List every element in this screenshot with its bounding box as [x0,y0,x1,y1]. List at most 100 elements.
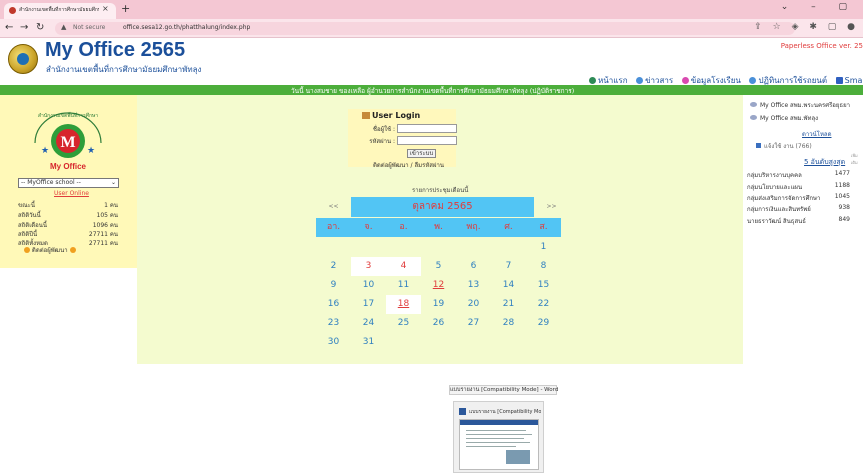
users-icon [362,112,370,119]
external-office-link[interactable]: My Office สพม.พัทลุง [750,113,818,123]
calendar-day[interactable]: 17 [351,295,386,314]
browser-tab-strip: สำนักงานเขตพื้นที่การศึกษามัธยมศึกษา... … [0,0,863,19]
tab-title: สำนักงานเขตพื้นที่การศึกษามัธยมศึกษา... [19,7,99,13]
school-select[interactable]: -- MyOffice school -- ⌄ [18,178,119,188]
stat-row: สถิติวันนี้ 105 คน [18,212,118,219]
svg-text:★: ★ [87,146,95,156]
reload-icon[interactable]: ↻ [36,22,44,33]
link-icon [750,102,757,107]
calendar-weekday: อ. [386,218,421,237]
calendar-day[interactable]: 23 [316,314,351,333]
calendar-day[interactable]: 25 [386,314,421,333]
password-input[interactable] [397,136,457,145]
menu-car-calendar[interactable]: ปฏิทินการใช้รถยนต์ [749,76,827,85]
school-info-icon [681,77,689,84]
group-row: กลุ่มบริหารงานบุคคล 1477 [747,170,850,179]
top-menu: หน้าแรก ข่าวสาร ข้อมูลโรงเรียน ปฏิทินการ… [589,74,863,85]
url-text[interactable]: office.sesa12.go.th/phatthalung/index.ph… [123,24,250,31]
calendar-weekday: ศ. [491,218,526,237]
calendar-caption: รายการประชุมเดือนนี้ [412,187,469,194]
calendar-day[interactable]: 1 [526,238,561,257]
browser-tab[interactable]: สำนักงานเขตพื้นที่การศึกษามัธยมศึกษา... … [4,3,116,19]
calendar-day[interactable]: 6 [456,257,491,276]
back-icon[interactable]: ← [5,22,13,33]
office-logo-icon [8,44,38,74]
new-tab-button[interactable]: + [121,2,130,15]
calendar-prev-button[interactable]: << [316,197,351,217]
calendar-icon [749,77,757,84]
calendar-day[interactable]: 15 [526,276,561,295]
link-icon [750,115,757,120]
username-label: ชื่อผู้ใช้ : [372,126,395,133]
calendar-day[interactable]: 18 [386,295,421,314]
calendar-day[interactable]: 28 [491,314,526,333]
calendar-day[interactable]: 22 [526,295,561,314]
contact-developer-link[interactable]: ติดต่อผู้พัฒนา [24,245,76,255]
login-button[interactable]: เข้าระบบ [407,149,436,158]
window-preview-title: แบบรายงาน [Compatibility Mode]... [469,409,541,415]
favicon-icon [9,7,16,14]
calendar-weekday: จ. [351,218,386,237]
menu-news[interactable]: ข่าวสาร [636,76,673,85]
browser-toolbar-icons[interactable]: ⇪ ☆ ◈ ✱ ▢ ● [754,22,859,32]
group-row: กลุ่มส่งเสริมการจัดการศึกษา 1045 [747,193,850,202]
address-bar-row: ← → ↻ ▲ Not secure office.sesa12.go.th/p… [0,19,863,38]
calendar-day[interactable]: 29 [526,314,561,333]
menu-smart-ob[interactable]: Smart Ob [835,76,863,85]
download-link[interactable]: ดาวน์โหลด [802,129,832,139]
calendar-day[interactable]: 21 [491,295,526,314]
calendar-day[interactable]: 10 [351,276,386,295]
user-online-link[interactable]: User Online [54,190,89,197]
calendar-day[interactable]: 13 [456,276,491,295]
calendar-day[interactable]: 31 [351,333,386,352]
calendar-day[interactable]: 24 [351,314,386,333]
my-office-emblem-icon: สำนักงานเขตพื้นที่การศึกษา M ★ ★ My Offi… [34,110,102,171]
calendar-weekday: อา. [316,218,351,237]
tab-close-icon[interactable]: × [102,4,109,13]
calendar-day[interactable]: 16 [316,295,351,314]
omnibox[interactable]: ▲ Not secure office.sesa12.go.th/phattha… [55,22,795,35]
external-office-link[interactable]: My Office สพม.พระนครศรีอยุธยา [750,100,850,110]
group-row: กลุ่มการเงินและสินทรัพย์ 938 [747,204,850,213]
calendar-day[interactable]: 30 [316,333,351,352]
calendar-next-button[interactable]: >> [534,197,569,217]
calendar-day[interactable]: 3 [351,257,386,276]
smart-ob-icon [835,77,843,84]
calendar-day[interactable]: 8 [526,257,561,276]
report-icon [756,143,761,148]
not-secure-label: Not secure [73,24,106,31]
menu-school-info[interactable]: ข้อมูลโรงเรียน [681,76,741,85]
username-input[interactable] [397,124,457,133]
calendar-day[interactable]: 12 [421,276,456,295]
calendar-day[interactable]: 26 [421,314,456,333]
window-controls[interactable]: ⌄ – ▢ [781,2,857,12]
site-title: My Office 2565 [45,39,186,61]
calendar-day[interactable]: 7 [491,257,526,276]
school-select-value: -- MyOffice school -- [21,179,81,186]
more-link[interactable]: เพิ่มเติม [851,152,863,166]
group-row: กลุ่มนโยบายและแผน 1188 [747,182,850,191]
svg-text:สำนักงานเขตพื้นที่การศึกษา: สำนักงานเขตพื้นที่การศึกษา [38,110,98,119]
calendar-day[interactable]: 5 [421,257,456,276]
usage-report: แจ้งใช้ งาน (766) [756,141,812,151]
site-subtitle: สำนักงานเขตพื้นที่การศึกษามัธยมศึกษาพัทล… [46,65,202,74]
calendar-weekday: พฤ. [456,218,491,237]
calendar-day[interactable]: 14 [491,276,526,295]
window-thumbnail [459,419,539,470]
calendar-day[interactable]: 20 [456,295,491,314]
calendar-day[interactable]: 2 [316,257,351,276]
login-help-links[interactable]: ติดต่อผู้พัฒนา / ลืมรหัสผ่าน [373,160,444,170]
calendar-day[interactable]: 9 [316,276,351,295]
paperless-version: Paperless Office ver. 25 [780,42,863,50]
emblem-text: My Office [50,162,87,171]
group-row: นายธราวัฒน์ สินธุสนธ์ 849 [747,216,850,225]
calendar-day[interactable]: 19 [421,295,456,314]
calendar-day[interactable]: 4 [386,257,421,276]
chevron-down-icon: ⌄ [110,179,116,186]
window-preview[interactable]: แบบรายงาน [Compatibility Mode]... [453,401,544,473]
forward-icon[interactable]: → [20,22,28,33]
menu-home[interactable]: หน้าแรก [589,76,628,85]
calendar-day[interactable]: 11 [386,276,421,295]
calendar-day[interactable]: 27 [456,314,491,333]
calendar-month-title: ตุลาคม 2565 [351,197,534,217]
